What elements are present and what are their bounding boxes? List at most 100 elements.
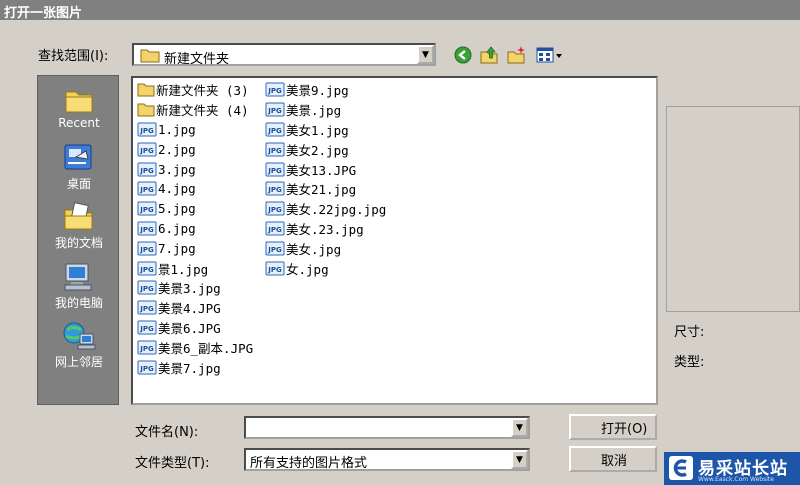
list-item[interactable]: JPG 美景4.JPG — [137, 298, 253, 318]
list-item[interactable]: JPG 美景3.jpg — [137, 278, 253, 298]
place-documents[interactable]: 我的文档 — [38, 202, 120, 251]
filename-label: 文件名(N): — [135, 425, 199, 440]
jpg-file-icon: JPG — [137, 280, 157, 295]
svg-text:JPG: JPG — [139, 147, 154, 155]
jpg-file-icon: JPG — [265, 82, 285, 97]
list-item[interactable]: JPG 美女.22jpg.jpg — [265, 199, 386, 219]
desktop-icon — [64, 144, 92, 170]
view-menu-button[interactable] — [535, 44, 565, 66]
list-item[interactable]: JPG 美景9.jpg — [265, 80, 386, 100]
list-item[interactable]: JPG 景1.jpg — [137, 258, 253, 278]
place-recent-label: Recent — [58, 116, 100, 130]
jpg-file-icon: JPG — [137, 360, 157, 375]
place-network[interactable]: 网上邻居 — [38, 321, 120, 370]
file-column-1: 新建文件夹 (3) 新建文件夹 (4) JPG 1.jpg JPG 2.jpg … — [137, 80, 253, 377]
filetype-select[interactable]: 所有支持的图片格式 ▼ — [244, 448, 530, 471]
svg-text:JPG: JPG — [267, 186, 282, 194]
file-name: 美景.jpg — [286, 103, 342, 119]
title-bar[interactable]: 打开一张图片 — [0, 0, 800, 21]
file-list[interactable]: 新建文件夹 (3) 新建文件夹 (4) JPG 1.jpg JPG 2.jpg … — [131, 76, 658, 405]
jpg-file-icon: JPG — [137, 241, 157, 256]
svg-text:JPG: JPG — [267, 206, 282, 214]
list-item[interactable]: JPG 4.jpg — [137, 179, 253, 199]
jpg-file-icon: JPG — [137, 300, 157, 315]
preview-pane — [666, 106, 800, 312]
file-column-2: JPG 美景9.jpg JPG 美景.jpg JPG 美女1.jpg JPG 美… — [265, 80, 386, 278]
file-name: 景1.jpg — [158, 261, 209, 277]
svg-text:JPG: JPG — [267, 266, 282, 274]
chevron-down-icon[interactable]: ▼ — [511, 418, 528, 437]
svg-text:JPG: JPG — [139, 345, 154, 353]
place-computer[interactable]: 我的电脑 — [38, 262, 120, 311]
watermark-badge: 易采站长站 Www.Easck.Com Website — [664, 452, 800, 485]
file-name: 新建文件夹 (4) — [156, 103, 249, 119]
file-name: 新建文件夹 (3) — [156, 83, 249, 99]
back-button[interactable] — [452, 44, 474, 66]
filename-input[interactable]: ▼ — [244, 416, 530, 439]
list-item[interactable]: JPG 6.jpg — [137, 219, 253, 239]
cancel-button[interactable]: 取消 — [569, 446, 657, 472]
file-name: 女.jpg — [286, 261, 329, 277]
open-button[interactable]: 打开(O) — [569, 414, 657, 440]
file-name: 2.jpg — [158, 141, 196, 157]
chevron-down-icon[interactable]: ▼ — [417, 45, 434, 64]
file-name: 美景4.JPG — [158, 301, 221, 317]
place-desktop[interactable]: 桌面 — [38, 143, 120, 192]
jpg-file-icon: JPG — [265, 241, 285, 256]
list-item[interactable]: JPG 美女.jpg — [265, 238, 386, 258]
svg-text:JPG: JPG — [139, 226, 154, 234]
list-item[interactable]: JPG 1.jpg — [137, 120, 253, 140]
list-item[interactable]: JPG 美女13.JPG — [265, 159, 386, 179]
file-name: 美女2.jpg — [286, 142, 349, 158]
list-item[interactable]: JPG 7.jpg — [137, 238, 253, 258]
svg-text:JPG: JPG — [139, 325, 154, 333]
svg-text:JPG: JPG — [267, 167, 282, 175]
new-folder-button[interactable] — [505, 44, 527, 66]
list-item[interactable]: JPG 美女.23.jpg — [265, 219, 386, 239]
jpg-file-icon: JPG — [265, 162, 285, 177]
folder-icon — [137, 103, 155, 117]
list-item[interactable]: JPG 3.jpg — [137, 159, 253, 179]
list-item[interactable]: 新建文件夹 (3) — [137, 80, 253, 100]
list-item[interactable]: JPG 美景7.jpg — [137, 357, 253, 377]
view-menu-icon — [536, 47, 562, 63]
file-name: 5.jpg — [158, 201, 196, 217]
list-item[interactable]: JPG 美女2.jpg — [265, 139, 386, 159]
list-item[interactable]: 新建文件夹 (4) — [137, 100, 253, 120]
watermark-sub: Www.Easck.Com Website — [698, 476, 774, 483]
jpg-file-icon: JPG — [137, 181, 157, 196]
lookin-combo[interactable]: 新建文件夹 ▼ — [132, 43, 436, 67]
list-item[interactable]: JPG 美女21.jpg — [265, 179, 386, 199]
list-item[interactable]: JPG 2.jpg — [137, 139, 253, 159]
list-item[interactable]: JPG 美景6.JPG — [137, 318, 253, 338]
file-name: 美景9.jpg — [286, 83, 349, 99]
svg-text:JPG: JPG — [267, 226, 282, 234]
svg-text:JPG: JPG — [139, 186, 154, 194]
jpg-file-icon: JPG — [265, 181, 285, 196]
open-button-label: 打开(O) — [601, 421, 648, 437]
place-recent[interactable]: Recent — [38, 86, 120, 130]
list-item[interactable]: JPG 5.jpg — [137, 199, 253, 219]
up-folder-button[interactable] — [478, 44, 500, 66]
jpg-file-icon: JPG — [137, 261, 157, 276]
place-network-label: 网上邻居 — [54, 355, 103, 369]
file-name: 7.jpg — [158, 240, 196, 256]
place-computer-label: 我的电脑 — [54, 296, 103, 310]
file-name: 3.jpg — [158, 161, 196, 177]
svg-text:JPG: JPG — [267, 107, 282, 115]
list-item[interactable]: JPG 女.jpg — [265, 258, 386, 278]
jpg-file-icon: JPG — [137, 221, 157, 236]
svg-text:JPG: JPG — [267, 246, 282, 254]
list-item[interactable]: JPG 美女1.jpg — [265, 120, 386, 140]
file-name: 美女21.jpg — [286, 182, 357, 198]
network-icon — [63, 322, 96, 350]
svg-text:JPG: JPG — [139, 127, 154, 135]
file-name: 美女13.JPG — [286, 162, 357, 178]
svg-text:JPG: JPG — [267, 147, 282, 155]
type-label: 类型: — [674, 355, 705, 370]
list-item[interactable]: JPG 美景.jpg — [265, 100, 386, 120]
file-name: 1.jpg — [158, 121, 196, 137]
chevron-down-icon[interactable]: ▼ — [511, 450, 528, 469]
file-name: 美女.jpg — [286, 241, 342, 257]
list-item[interactable]: JPG 美景6_副本.JPG — [137, 337, 253, 357]
